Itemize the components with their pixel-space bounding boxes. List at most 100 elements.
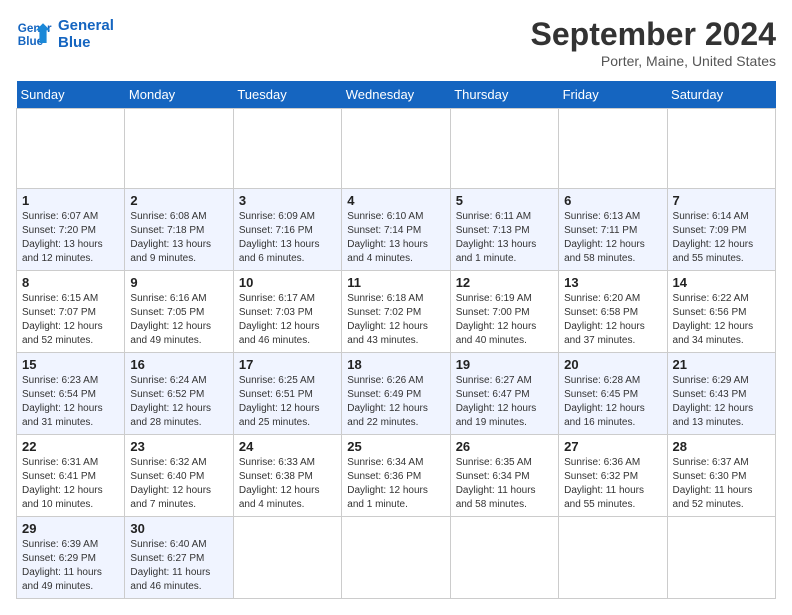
day-info: Sunrise: 6:08 AMSunset: 7:18 PMDaylight:…: [130, 210, 227, 266]
week-row-6: 29 Sunrise: 6:39 AMSunset: 6:29 PMDayligh…: [17, 517, 776, 599]
day-number: 9: [130, 275, 227, 290]
day-number: 18: [347, 357, 444, 372]
day-cell-12: 12 Sunrise: 6:19 AMSunset: 7:00 PMDayligh…: [450, 271, 558, 353]
day-info: Sunrise: 6:20 AMSunset: 6:58 PMDaylight:…: [564, 292, 661, 348]
day-number: 16: [130, 357, 227, 372]
day-cell-18: 18 Sunrise: 6:26 AMSunset: 6:49 PMDayligh…: [342, 353, 450, 435]
day-info: Sunrise: 6:24 AMSunset: 6:52 PMDaylight:…: [130, 374, 227, 430]
day-info: Sunrise: 6:10 AMSunset: 7:14 PMDaylight:…: [347, 210, 444, 266]
day-info: Sunrise: 6:14 AMSunset: 7:09 PMDaylight:…: [673, 210, 770, 266]
day-cell-13: 13 Sunrise: 6:20 AMSunset: 6:58 PMDayligh…: [559, 271, 667, 353]
day-cell-10: 10Sunrise: 6:17 AMSunset: 7:03 PMDayligh…: [233, 271, 341, 353]
day-info: Sunrise: 6:19 AMSunset: 7:00 PMDaylight:…: [456, 292, 553, 348]
day-number: 20: [564, 357, 661, 372]
empty-cell: [450, 517, 558, 599]
day-info: Sunrise: 6:35 AMSunset: 6:34 PMDaylight:…: [456, 456, 553, 512]
day-cell-16: 16 Sunrise: 6:24 AMSunset: 6:52 PMDayligh…: [125, 353, 233, 435]
day-cell-22: 22 Sunrise: 6:31 AMSunset: 6:41 PMDayligh…: [17, 435, 125, 517]
day-cell-8: 8Sunrise: 6:15 AMSunset: 7:07 PMDaylight…: [17, 271, 125, 353]
empty-cell: [667, 109, 775, 189]
day-cell-9: 9 Sunrise: 6:16 AMSunset: 7:05 PMDaylight…: [125, 271, 233, 353]
day-cell-6: 6Sunrise: 6:13 AMSunset: 7:11 PMDaylight…: [559, 189, 667, 271]
empty-cell: [559, 517, 667, 599]
day-info: Sunrise: 6:22 AMSunset: 6:56 PMDaylight:…: [673, 292, 770, 348]
week-row-3: 8Sunrise: 6:15 AMSunset: 7:07 PMDaylight…: [17, 271, 776, 353]
month-title: September 2024: [531, 16, 776, 53]
day-info: Sunrise: 6:15 AMSunset: 7:07 PMDaylight:…: [22, 292, 119, 348]
day-cell-14: 14 Sunrise: 6:22 AMSunset: 6:56 PMDayligh…: [667, 271, 775, 353]
col-header-sunday: Sunday: [17, 81, 125, 109]
week-row-5: 22 Sunrise: 6:31 AMSunset: 6:41 PMDayligh…: [17, 435, 776, 517]
empty-cell: [17, 109, 125, 189]
title-block: September 2024 Porter, Maine, United Sta…: [531, 16, 776, 69]
day-info: Sunrise: 6:36 AMSunset: 6:32 PMDaylight:…: [564, 456, 661, 512]
day-info: Sunrise: 6:39 AMSunset: 6:29 PMDaylight:…: [22, 538, 119, 594]
empty-cell: [125, 109, 233, 189]
day-cell-1: 1Sunrise: 6:07 AMSunset: 7:20 PMDaylight…: [17, 189, 125, 271]
day-number: 29: [22, 521, 119, 536]
day-cell-5: 5Sunrise: 6:11 AMSunset: 7:13 PMDaylight…: [450, 189, 558, 271]
day-cell-17: 17 Sunrise: 6:25 AMSunset: 6:51 PMDayligh…: [233, 353, 341, 435]
day-number: 19: [456, 357, 553, 372]
day-info: Sunrise: 6:09 AMSunset: 7:16 PMDaylight:…: [239, 210, 336, 266]
day-number: 21: [673, 357, 770, 372]
day-info: Sunrise: 6:27 AMSunset: 6:47 PMDaylight:…: [456, 374, 553, 430]
day-cell-23: 23 Sunrise: 6:32 AMSunset: 6:40 PMDayligh…: [125, 435, 233, 517]
day-number: 13: [564, 275, 661, 290]
logo: General Blue General Blue: [16, 16, 114, 52]
day-number: 30: [130, 521, 227, 536]
week-row-2: 1Sunrise: 6:07 AMSunset: 7:20 PMDaylight…: [17, 189, 776, 271]
day-number: 14: [673, 275, 770, 290]
day-info: Sunrise: 6:18 AMSunset: 7:02 PMDaylight:…: [347, 292, 444, 348]
empty-cell: [450, 109, 558, 189]
col-header-saturday: Saturday: [667, 81, 775, 109]
day-number: 5: [456, 193, 553, 208]
day-cell-11: 11 Sunrise: 6:18 AMSunset: 7:02 PMDayligh…: [342, 271, 450, 353]
day-info: Sunrise: 6:33 AMSunset: 6:38 PMDaylight:…: [239, 456, 336, 512]
col-header-friday: Friday: [559, 81, 667, 109]
day-info: Sunrise: 6:25 AMSunset: 6:51 PMDaylight:…: [239, 374, 336, 430]
col-header-thursday: Thursday: [450, 81, 558, 109]
day-number: 12: [456, 275, 553, 290]
day-number: 3: [239, 193, 336, 208]
day-info: Sunrise: 6:26 AMSunset: 6:49 PMDaylight:…: [347, 374, 444, 430]
day-cell-20: 20 Sunrise: 6:28 AMSunset: 6:45 PMDayligh…: [559, 353, 667, 435]
day-info: Sunrise: 6:07 AMSunset: 7:20 PMDaylight:…: [22, 210, 119, 266]
day-number: 22: [22, 439, 119, 454]
col-header-monday: Monday: [125, 81, 233, 109]
empty-cell: [233, 109, 341, 189]
day-number: 4: [347, 193, 444, 208]
day-cell-7: 7Sunrise: 6:14 AMSunset: 7:09 PMDaylight…: [667, 189, 775, 271]
empty-cell: [342, 109, 450, 189]
day-number: 2: [130, 193, 227, 208]
day-cell-19: 19 Sunrise: 6:27 AMSunset: 6:47 PMDayligh…: [450, 353, 558, 435]
empty-cell: [667, 517, 775, 599]
day-number: 23: [130, 439, 227, 454]
empty-cell: [233, 517, 341, 599]
day-info: Sunrise: 6:16 AMSunset: 7:05 PMDaylight:…: [130, 292, 227, 348]
page-header: General Blue General Blue September 2024…: [16, 16, 776, 69]
day-cell-25: 25 Sunrise: 6:34 AMSunset: 6:36 PMDayligh…: [342, 435, 450, 517]
logo-blue: Blue: [58, 34, 114, 51]
day-cell-30: 30Sunrise: 6:40 AMSunset: 6:27 PMDayligh…: [125, 517, 233, 599]
day-info: Sunrise: 6:37 AMSunset: 6:30 PMDaylight:…: [673, 456, 770, 512]
day-number: 25: [347, 439, 444, 454]
header-row: SundayMondayTuesdayWednesdayThursdayFrid…: [17, 81, 776, 109]
location: Porter, Maine, United States: [531, 53, 776, 69]
day-cell-2: 2 Sunrise: 6:08 AMSunset: 7:18 PMDaylight…: [125, 189, 233, 271]
day-number: 11: [347, 275, 444, 290]
day-info: Sunrise: 6:34 AMSunset: 6:36 PMDaylight:…: [347, 456, 444, 512]
logo-general: General: [58, 17, 114, 34]
day-info: Sunrise: 6:28 AMSunset: 6:45 PMDaylight:…: [564, 374, 661, 430]
day-number: 28: [673, 439, 770, 454]
day-number: 17: [239, 357, 336, 372]
empty-cell: [559, 109, 667, 189]
day-info: Sunrise: 6:32 AMSunset: 6:40 PMDaylight:…: [130, 456, 227, 512]
day-cell-4: 4 Sunrise: 6:10 AMSunset: 7:14 PMDaylight…: [342, 189, 450, 271]
day-number: 27: [564, 439, 661, 454]
week-row-1: [17, 109, 776, 189]
day-info: Sunrise: 6:31 AMSunset: 6:41 PMDaylight:…: [22, 456, 119, 512]
day-number: 6: [564, 193, 661, 208]
day-info: Sunrise: 6:29 AMSunset: 6:43 PMDaylight:…: [673, 374, 770, 430]
col-header-wednesday: Wednesday: [342, 81, 450, 109]
